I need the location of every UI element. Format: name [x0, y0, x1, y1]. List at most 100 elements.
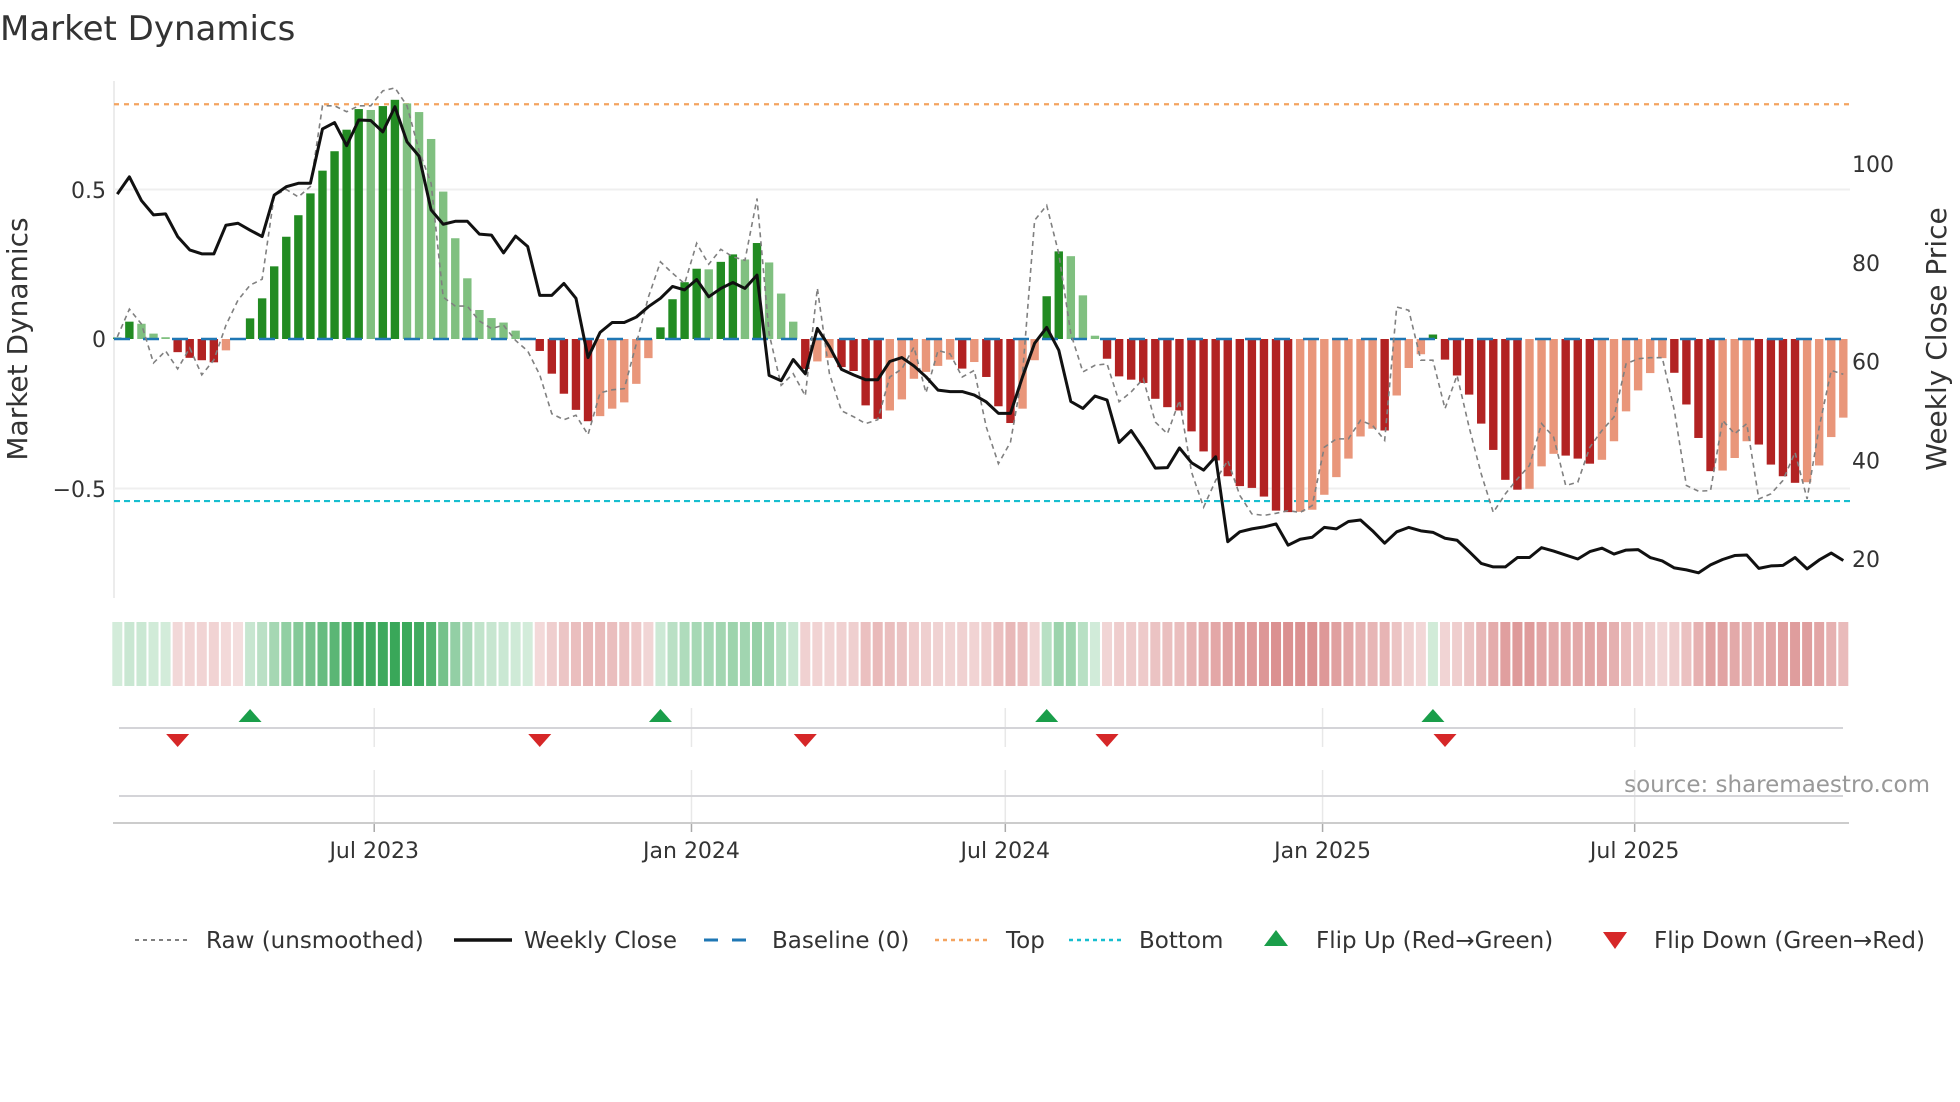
heat-cell — [1391, 622, 1402, 686]
bar — [1513, 339, 1522, 490]
heat-cell — [1608, 622, 1619, 686]
heat-cell — [1464, 622, 1475, 686]
heat-cell — [257, 622, 268, 686]
bar — [1054, 251, 1063, 339]
bar — [1126, 339, 1136, 380]
heat-cell — [1838, 622, 1849, 686]
heat-cell — [1693, 622, 1704, 686]
bar — [1718, 339, 1727, 471]
bar — [318, 170, 327, 339]
bar — [161, 337, 170, 339]
bar — [620, 339, 629, 403]
heat-cell — [341, 622, 352, 686]
heat-cell — [1826, 622, 1837, 686]
heat-cell — [824, 622, 835, 686]
heat-cell — [1572, 622, 1583, 686]
heat-cell — [450, 622, 461, 686]
heat-cell — [1307, 622, 1318, 686]
heat-cell — [607, 622, 618, 686]
bar — [451, 238, 460, 339]
bar — [1573, 339, 1582, 459]
bar — [861, 339, 870, 406]
heat-cell — [305, 622, 316, 686]
heat-cell — [269, 622, 280, 686]
bar — [1102, 339, 1112, 359]
heat-cell — [389, 622, 400, 686]
bar — [547, 339, 557, 374]
heat-cell — [1186, 622, 1197, 686]
heat-cell — [920, 622, 931, 686]
legend-label: Flip Down (Green→Red) — [1654, 928, 1925, 954]
bar — [1175, 339, 1184, 411]
bar — [982, 339, 991, 377]
heat-cell — [1621, 622, 1632, 686]
bar — [1633, 339, 1643, 391]
bar — [1139, 339, 1148, 383]
bar — [1199, 339, 1208, 452]
heat-cell — [438, 622, 449, 686]
heat-cell — [1246, 622, 1257, 686]
heat-cell — [1041, 622, 1052, 686]
bar — [282, 236, 291, 339]
bar — [1380, 339, 1389, 431]
bar — [1694, 339, 1703, 438]
heat-cell — [1295, 622, 1306, 686]
bar — [1670, 339, 1679, 373]
heat-cell — [1029, 622, 1040, 686]
heat-cell — [1657, 622, 1668, 686]
heat-cell — [1367, 622, 1378, 686]
bar — [1295, 339, 1305, 512]
heat-cell — [426, 622, 437, 686]
bar — [426, 138, 436, 339]
heat-cell — [245, 622, 256, 686]
heat-cell — [1005, 622, 1016, 686]
heat-cell — [884, 622, 895, 686]
heat-cell — [1319, 622, 1330, 686]
bar — [535, 339, 544, 351]
y-tick-label: −0.5 — [53, 478, 106, 503]
bar — [1404, 339, 1413, 369]
heat-cell — [1343, 622, 1354, 686]
heat-cell — [655, 622, 666, 686]
heat-cell — [1089, 622, 1100, 686]
heat-cell — [184, 622, 195, 686]
heat-cell — [643, 622, 654, 686]
heat-cell — [1174, 622, 1185, 686]
y-tick-label-right: 80 — [1852, 252, 1880, 277]
bar — [970, 339, 979, 363]
bar — [885, 339, 894, 411]
bar — [173, 339, 182, 353]
heat-cell — [752, 622, 763, 686]
bar — [945, 339, 955, 360]
heat-cell — [1669, 622, 1680, 686]
legend-label: Top — [1005, 928, 1045, 954]
heat-cell — [293, 622, 304, 686]
bar — [571, 339, 581, 410]
heat-cell — [353, 622, 364, 686]
bar — [1163, 339, 1172, 408]
bar — [704, 269, 713, 339]
bar — [1827, 339, 1836, 438]
heat-cell — [969, 622, 980, 686]
chart-title: Market Dynamics — [0, 9, 295, 49]
heat-cell — [1560, 622, 1571, 686]
heat-cell — [1500, 622, 1511, 686]
y-tick-label-right: 40 — [1852, 449, 1880, 474]
bar — [1597, 339, 1607, 460]
heat-cell — [1705, 622, 1716, 686]
bar — [1839, 339, 1848, 418]
heat-cell — [1017, 622, 1028, 686]
heat-cell — [1512, 622, 1523, 686]
heat-cell — [764, 622, 775, 686]
bar — [716, 261, 725, 339]
heat-cell — [401, 622, 412, 686]
bar — [270, 266, 279, 339]
bar — [366, 109, 375, 339]
heat-cell — [1440, 622, 1450, 686]
heat-cell — [1681, 622, 1692, 686]
heat-cell — [124, 622, 135, 686]
heat-cell — [1814, 622, 1825, 686]
bar — [849, 339, 858, 371]
x-tick-label: Jul 2025 — [1588, 839, 1680, 864]
bar — [559, 339, 569, 394]
